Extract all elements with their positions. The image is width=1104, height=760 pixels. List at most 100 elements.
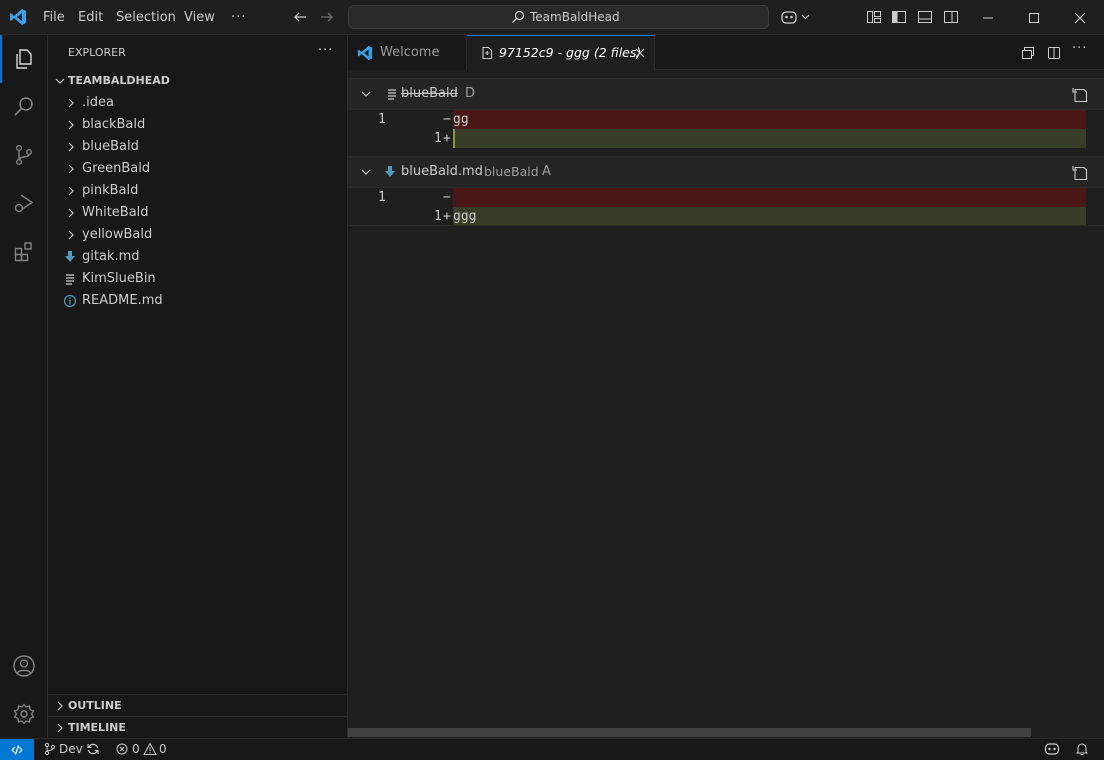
manage-gear-icon[interactable] <box>0 690 48 738</box>
file-status-deleted: D <box>465 86 476 101</box>
new-line-number: 1 <box>434 131 442 146</box>
open-changes-icon[interactable] <box>1020 45 1036 61</box>
tree-item-label: yellowBald <box>82 227 153 242</box>
editor-more-actions[interactable]: ··· <box>1072 41 1087 56</box>
diff-file-header-1[interactable]: blueBald D <box>348 78 1104 110</box>
menu-more[interactable]: ··· <box>231 0 246 35</box>
tree-folder-greenbald[interactable]: GreenBald <box>48 158 347 180</box>
open-file-icon[interactable] <box>1071 164 1089 182</box>
maximize-icon[interactable] <box>1026 10 1042 26</box>
tab-diff-active[interactable]: 97152c9 - ggg (2 files) <box>467 35 655 71</box>
toggle-primary-sidebar-icon[interactable] <box>891 9 907 25</box>
run-debug-icon[interactable] <box>0 179 48 227</box>
chevron-right-icon <box>64 118 78 132</box>
tab-welcome[interactable]: Welcome <box>348 35 467 70</box>
tree-file-gitak[interactable]: gitak.md <box>48 246 347 268</box>
horizontal-scrollbar[interactable] <box>348 728 1031 737</box>
tree-item-label: pinkBald <box>82 183 139 198</box>
error-count[interactable]: 0 <box>132 739 140 760</box>
old-line-number: 1 <box>378 190 386 205</box>
close-window-icon[interactable] <box>1072 10 1088 26</box>
tree-folder-whitebald[interactable]: WhiteBald <box>48 202 347 224</box>
chevron-right-icon <box>64 228 78 242</box>
menu-view[interactable]: View <box>184 0 215 35</box>
tree-item-label: README.md <box>82 293 163 308</box>
notifications-bell-icon[interactable] <box>1075 742 1089 756</box>
workspace-root-label: TEAMBALDHEAD <box>68 74 170 87</box>
search-text: TeamBaldHead <box>530 10 620 24</box>
tree-folder-pinkbald[interactable]: pinkBald <box>48 180 347 202</box>
sync-icon[interactable] <box>86 742 100 756</box>
open-file-icon[interactable] <box>1071 86 1089 104</box>
search-icon <box>511 10 525 24</box>
close-tab-icon[interactable] <box>633 46 647 60</box>
source-control-icon[interactable] <box>0 131 48 179</box>
chevron-down-icon[interactable] <box>359 87 373 101</box>
added-line-bg <box>453 129 1086 148</box>
chevron-down-icon <box>53 74 67 88</box>
back-arrow-icon[interactable] <box>292 9 308 25</box>
chevron-right-icon <box>64 96 78 110</box>
markdown-arrow-icon <box>383 165 397 179</box>
tree-item-label: blueBald <box>82 139 139 154</box>
old-line-number: 1 <box>378 112 386 127</box>
menu-edit[interactable]: Edit <box>78 0 103 35</box>
chevron-right-icon <box>53 721 67 735</box>
forward-arrow-icon[interactable] <box>319 9 335 25</box>
tree-folder-idea[interactable]: .idea <box>48 92 347 114</box>
copilot-status-icon[interactable] <box>1044 742 1060 756</box>
text-lines-icon <box>385 87 399 101</box>
tab-welcome-label: Welcome <box>380 45 440 60</box>
plus-marker: + <box>443 131 451 146</box>
customize-layout-icon[interactable] <box>866 9 882 25</box>
added-file-name: blueBald.md <box>401 164 483 179</box>
explorer-more-button[interactable]: ··· <box>318 43 333 58</box>
menu-selection[interactable]: Selection <box>116 0 176 35</box>
added-file-path: blueBald <box>484 164 539 179</box>
minus-marker: − <box>443 112 451 127</box>
activity-bar <box>0 35 48 738</box>
tree-item-label: GreenBald <box>82 161 151 176</box>
timeline-label: TIMELINE <box>68 721 126 734</box>
menu-file[interactable]: File <box>43 0 65 35</box>
outline-section[interactable]: OUTLINE <box>48 694 347 716</box>
copilot-icon[interactable] <box>781 9 811 25</box>
vscode-tab-icon <box>357 45 373 61</box>
diff-row-removed: 1 − gg <box>348 110 1104 129</box>
plus-marker: + <box>443 209 451 224</box>
split-editor-icon[interactable] <box>1046 45 1062 61</box>
chevron-down-icon[interactable] <box>359 165 373 179</box>
extensions-icon[interactable] <box>0 227 48 275</box>
explorer-icon[interactable] <box>0 35 48 83</box>
tree-folder-bluebald[interactable]: blueBald <box>48 136 347 158</box>
remote-icon <box>11 744 23 755</box>
divider <box>348 225 1104 226</box>
accounts-icon[interactable] <box>0 642 48 690</box>
tree-file-readme[interactable]: README.md <box>48 290 347 312</box>
removed-line-text: gg <box>453 112 469 127</box>
remote-button[interactable] <box>0 739 34 760</box>
search-view-icon[interactable] <box>0 83 48 131</box>
tree-folder-blackbald[interactable]: blackBald <box>48 114 347 136</box>
warning-count[interactable]: 0 <box>159 739 167 760</box>
diff-file-icon <box>480 46 494 60</box>
toggle-secondary-sidebar-icon[interactable] <box>943 9 959 25</box>
diff-file-header-2[interactable]: blueBald.md blueBald A <box>348 156 1104 188</box>
chevron-right-icon <box>64 162 78 176</box>
tree-item-label: gitak.md <box>82 249 140 264</box>
tree-folder-yellowbald[interactable]: yellowBald <box>48 224 347 246</box>
new-line-number: 1 <box>434 209 442 224</box>
warning-icon[interactable] <box>143 742 157 756</box>
workspace-root[interactable]: TEAMBALDHEAD <box>48 70 347 92</box>
toggle-panel-icon[interactable] <box>917 9 933 25</box>
branch-name[interactable]: Dev <box>59 739 83 760</box>
error-icon[interactable] <box>116 743 128 755</box>
explorer-title: EXPLORER <box>68 46 126 59</box>
file-status-added: A <box>542 164 551 179</box>
tree-file-kimsluebin[interactable]: KimSlueBin <box>48 268 347 290</box>
command-center-search[interactable]: TeamBaldHead <box>348 5 769 29</box>
minimize-icon[interactable] <box>980 10 996 26</box>
vscode-logo-icon <box>9 8 27 26</box>
timeline-section[interactable]: TIMELINE <box>48 716 347 738</box>
editor-tab-bar: Welcome 97152c9 - ggg (2 files) ··· <box>348 35 1104 71</box>
